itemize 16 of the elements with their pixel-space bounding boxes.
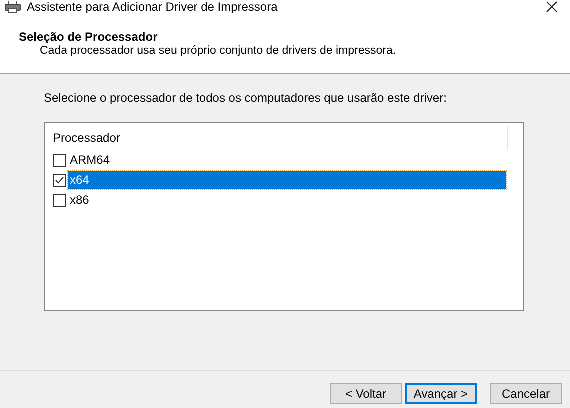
checkbox[interactable] xyxy=(53,174,66,186)
instruction-text: Selecione o processador de todos os computadores que usarão este driver: xyxy=(44,91,448,105)
processor-list[interactable]: Processador ARM64 x64 x86 xyxy=(44,122,524,311)
next-button[interactable]: Avançar > xyxy=(405,383,477,404)
list-item[interactable]: x64 xyxy=(68,171,506,189)
list-item[interactable]: x86 xyxy=(68,191,506,209)
column-header[interactable]: Processador xyxy=(53,130,120,144)
close-icon[interactable] xyxy=(546,1,558,13)
page-heading: Seleção de Processador xyxy=(19,30,159,44)
page-subtitle: Cada processador usa seu próprio conjunto de drivers de impressora. xyxy=(39,44,398,58)
list-item[interactable]: ARM64 xyxy=(68,151,506,169)
window-title: Assistente para Adicionar Driver de Impressora xyxy=(27,0,279,14)
checkbox[interactable] xyxy=(53,154,66,166)
checkbox[interactable] xyxy=(53,194,66,206)
cancel-button[interactable]: Cancelar xyxy=(490,383,562,404)
back-button[interactable]: < Voltar xyxy=(330,383,402,404)
